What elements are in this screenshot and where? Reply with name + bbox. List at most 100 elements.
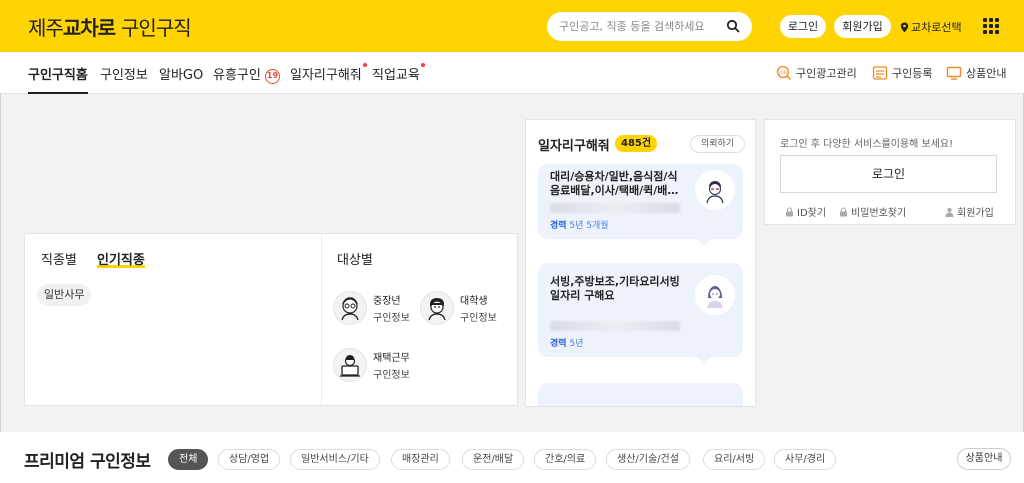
female-avatar-icon [695,275,735,315]
experience-value: 5년 5개월 [569,221,609,231]
nav-product-info[interactable]: 상품안내 [946,65,1006,81]
request-text: 서빙,주방보조,기타요리서빙 일자리 구해요 [550,275,680,302]
main-nav: 구인구직홈 구인정보 알바GO 유흥구인 19 일자리구해줘 직업교육 JOB … [0,52,1024,94]
login-card: 로그인 후 다양한 서비스를이용해 보세요! 로그인 ID찾기 비밀번호찾기 회… [764,119,1016,225]
svg-text:JOB: JOB [778,70,787,75]
filter-store-manage[interactable]: 매장관리 [391,449,450,470]
tab-popular-jobs[interactable]: 인기직종 [97,249,145,268]
target-title: 중장년 [373,296,401,307]
nav-right-label: 구인등록 [892,67,933,80]
nav-item-adult-jobs[interactable]: 유흥구인 19 [213,64,280,84]
request-count-badge: 485건 [615,135,658,152]
target-title: 대학생 [460,296,488,307]
middle-aged-avatar-icon [333,291,367,325]
monitor-icon [946,66,962,80]
join-link[interactable]: 회원가입 [945,204,994,219]
request-item[interactable]: 대리/승용차/일반,음식점/식음료배달,이사/택배/퀵/배… 경력 5년 5개월 [538,164,743,239]
logo-brand: 교차로 [62,16,116,40]
location-pin-icon [900,22,909,32]
all-menu-grid-icon[interactable] [983,18,999,34]
experience-value: 5년 [569,339,584,349]
divider [321,234,322,407]
filter-general-service[interactable]: 일반서비스/기타 [290,449,380,470]
login-button[interactable]: 로그인 [780,155,997,193]
nav-item-job-info[interactable]: 구인정보 [100,64,148,83]
top-header: 제주교차로구인구직 로그인 회원가입 교차로선택 [0,0,1024,52]
header-join-button[interactable]: 회원가입 [834,15,891,38]
search-input[interactable] [559,18,719,35]
filter-cooking-serving[interactable]: 요리/서빙 [703,449,766,470]
search-icon[interactable] [726,19,740,33]
target-subtitle: 구인정보 [373,313,410,324]
target-middle-aged[interactable]: 중장년 구인정보 [333,291,410,325]
lock-icon [840,206,847,216]
job-chip[interactable]: 일반사무 [37,284,92,306]
target-college-student[interactable]: 대학생 구인정보 [420,291,497,325]
target-remote-work[interactable]: 재택근무 구인정보 [333,348,410,382]
adult-19-badge: 19 [264,69,280,84]
nav-job-ad-manage[interactable]: JOB 구인광고관리 [776,65,857,81]
join-label: 회원가입 [957,208,994,219]
user-icon [945,207,954,217]
request-text: 대리/승용차/일반,음식점/식음료배달,이사/택배/퀵/배… [550,170,679,197]
male-avatar-icon [695,170,735,210]
nav-item-find-me-job[interactable]: 일자리구해줘 [290,63,367,83]
blurred-detail [550,321,680,331]
experience-info: 경력 5년 [550,336,583,349]
remote-work-avatar-icon [333,348,367,382]
nav-right-label: 상품안내 [966,67,1007,80]
find-id-label: ID찾기 [797,208,827,219]
region-select[interactable]: 교차로선택 [900,19,962,35]
filter-production[interactable]: 생산/기술/건설 [606,449,690,470]
premium-title: 프리미엄 구인정보 [24,452,151,472]
job-request-title: 일자리구해줘 [538,139,610,154]
search-box [547,12,752,41]
find-password-label: 비밀번호찾기 [851,208,907,219]
job-request-card: 일자리구해줘 485건 의뢰하기 대리/승용차/일반,음식점/식음료배달,이사/… [525,119,756,407]
login-message: 로그인 후 다양한 서비스를이용해 보세요! [780,139,954,150]
student-avatar-icon [420,291,454,325]
nav-label: 일자리구해줘 [290,68,362,83]
experience-info: 경력 5년 5개월 [550,218,609,231]
job-ad-icon: JOB [776,65,792,81]
nav-label: 알바GO [159,68,204,83]
nav-label: 직업교육 [372,68,420,83]
nav-job-register[interactable]: 구인등록 [872,65,932,81]
premium-section: 프리미엄 구인정보 전체 상담/영업 일반서비스/기타 매장관리 운전/배달 간… [0,432,1024,483]
filter-driving-delivery[interactable]: 운전/배달 [462,449,525,470]
category-card: 직종별 인기직종 일반사무 대상별 중장년 구인정보 대학생 구인정보 재택근무… [24,233,518,407]
filter-office[interactable]: 사무/경리 [774,449,837,470]
nav-label: 유흥구인 [213,68,261,83]
request-item[interactable]: 서빙,주방보조,기타요리서빙 일자리 구해요 경력 5년 [538,263,743,357]
target-section-title: 대상별 [337,253,373,268]
nav-item-job-training[interactable]: 직업교육 [372,63,425,83]
nav-item-albago[interactable]: 알바GO [159,64,203,83]
lock-icon [786,206,793,216]
new-dot [362,63,367,67]
product-info-button[interactable]: 상품안내 [957,448,1011,470]
logo-service: 구인구직 [121,16,192,40]
find-id-link[interactable]: ID찾기 [785,204,826,219]
ask-request-button[interactable]: 의뢰하기 [690,135,745,153]
nav-right-label: 구인광고관리 [796,67,857,80]
register-icon [872,66,888,80]
target-title: 재택근무 [373,353,410,364]
logo-region: 제주 [28,16,64,40]
target-subtitle: 구인정보 [373,370,410,381]
nav-item-home[interactable]: 구인구직홈 [28,64,88,94]
nav-label: 구인구직홈 [28,68,88,83]
experience-label: 경력 [550,339,567,349]
region-label: 교차로선택 [911,21,962,34]
site-logo[interactable]: 제주교차로 구인구직 [28,12,192,41]
find-password-link[interactable]: 비밀번호찾기 [839,204,906,219]
filter-nursing-medical[interactable]: 간호/의료 [534,449,597,470]
experience-label: 경력 [550,221,567,231]
tab-by-job-type[interactable]: 직종별 [41,249,77,268]
request-item-partial[interactable] [538,383,743,406]
filter-consult-sales[interactable]: 상담/영업 [218,449,281,470]
header-login-button[interactable]: 로그인 [780,15,826,38]
filter-all[interactable]: 전체 [168,449,209,470]
nav-label: 구인정보 [100,68,148,83]
new-dot [420,63,425,67]
target-subtitle: 구인정보 [460,313,497,324]
